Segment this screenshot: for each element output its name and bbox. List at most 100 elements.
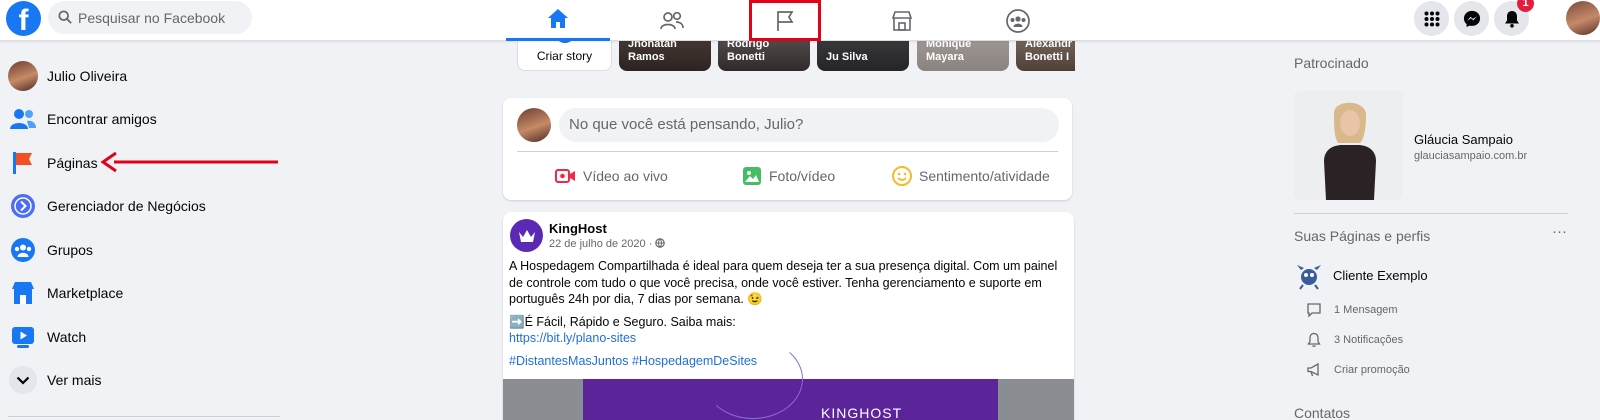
more-options-button[interactable]: ···: [1552, 223, 1567, 240]
notification-badge: 1: [1517, 0, 1534, 12]
post-media[interactable]: KINGHOST: [503, 339, 1074, 420]
notifications-button[interactable]: 1: [1494, 0, 1534, 36]
photo-video-label: Foto/vídeo: [769, 168, 836, 184]
contacts-heading: Contatos: [1294, 405, 1351, 420]
search-icon: [58, 10, 72, 24]
promotion-label: Criar promoção: [1334, 364, 1410, 376]
messages-label: 1 Mensagem: [1334, 304, 1398, 316]
post-date[interactable]: 22 de julho de 2020 ·: [549, 238, 666, 250]
ad-photo: [1294, 91, 1403, 200]
tab-pages[interactable]: [749, 0, 821, 41]
sidebar-item-label: Julio Oliveira: [47, 67, 128, 84]
sidebar-divider: [8, 416, 280, 417]
bell-icon: [1307, 332, 1321, 348]
ad-image[interactable]: [1294, 91, 1403, 200]
sidebar-item-label: Watch: [47, 328, 87, 345]
groups-icon: [11, 237, 35, 262]
post-link[interactable]: https://bit.ly/plano-sites: [509, 330, 1069, 347]
messenger-button[interactable]: [1454, 1, 1489, 36]
story-name-line2: Mayara: [926, 51, 964, 63]
user-avatar: [8, 60, 38, 91]
create-story-label: Criar story: [536, 49, 593, 63]
sidebar-item-label: Encontrar amigos: [47, 111, 157, 128]
sidebar-item-business-manager[interactable]: Gerenciador de Negócios: [0, 185, 290, 229]
feeling-activity-button[interactable]: Sentimento/atividade: [892, 161, 1050, 191]
sidebar-item-see-more[interactable]: Ver mais: [0, 359, 290, 403]
media-banner: KINGHOST: [583, 339, 998, 420]
search-input[interactable]: [78, 1, 246, 34]
facebook-logo[interactable]: f: [6, 1, 41, 36]
page-messages-link[interactable]: 1 Mensagem: [1306, 300, 1398, 320]
friends-icon: [660, 11, 684, 29]
right-divider: [1294, 213, 1568, 214]
pages-profiles-heading: Suas Páginas e perfis: [1294, 228, 1431, 244]
right-column: Patrocinado Gláucia Sampaio glauciasampa…: [1294, 55, 1600, 420]
composer-divider: [517, 151, 1058, 152]
feed-post: KingHost 22 de julho de 2020 · A Hospeda…: [503, 212, 1074, 420]
ad-title[interactable]: Gláucia Sampaio: [1414, 132, 1513, 147]
smiley-icon: [892, 166, 912, 186]
page-name: Cliente Exemplo: [1333, 267, 1428, 283]
sidebar-item-label: Gerenciador de Negócios: [47, 198, 206, 215]
sidebar-item-label: Marketplace: [47, 285, 124, 302]
live-video-button[interactable]: Vídeo ao vivo: [555, 161, 668, 191]
sidebar-item-profile[interactable]: Julio Oliveira: [0, 54, 290, 98]
video-camera-icon: [555, 169, 575, 183]
friends-icon: [10, 109, 36, 130]
user-avatar: [517, 108, 551, 142]
page-avatar[interactable]: [510, 219, 543, 252]
sidebar-item-label: Grupos: [47, 241, 93, 258]
post-composer: No que você está pensando, Julio? Vídeo …: [503, 98, 1072, 200]
business-manager-icon: [11, 194, 35, 219]
message-icon: [1307, 303, 1321, 318]
chevron-down-icon: [9, 366, 37, 395]
feeling-activity-label: Sentimento/atividade: [919, 168, 1050, 184]
sponsored-heading: Patrocinado: [1294, 55, 1369, 71]
post-text-cta: ➡️É Fácil, Rápido e Seguro. Saiba mais:: [509, 314, 736, 329]
top-navigation-bar: f 1: [0, 0, 1600, 41]
post-text: A Hospedagem Compartilhada é ideal para …: [509, 259, 1058, 306]
account-avatar[interactable]: [1566, 1, 1600, 35]
story-name-line2: Ju Silva: [826, 51, 868, 63]
flag-icon: [13, 151, 32, 174]
marketplace-icon: [12, 282, 34, 305]
megaphone-icon: [1307, 362, 1319, 377]
tab-friends[interactable]: [620, 0, 724, 41]
story-name-line2: Bonetti I: [1025, 51, 1069, 63]
messenger-icon: [1463, 10, 1480, 27]
menu-button[interactable]: [1414, 1, 1449, 36]
tab-home[interactable]: [506, 0, 610, 41]
sidebar-item-watch[interactable]: Watch: [0, 315, 290, 359]
story-name-line2: Ramos: [628, 51, 665, 63]
watch-icon: [12, 326, 34, 348]
post-date-text: 22 de julho de 2020 ·: [549, 238, 656, 250]
marketplace-icon: [891, 10, 913, 31]
page-notifications-link[interactable]: 3 Notificações: [1306, 330, 1403, 350]
story-name-line2: Bonetti: [727, 51, 765, 63]
sidebar-item-marketplace[interactable]: Marketplace: [0, 272, 290, 316]
live-video-label: Vídeo ao vivo: [583, 168, 668, 184]
tab-marketplace[interactable]: [850, 0, 954, 41]
annotation-arrow: [100, 151, 278, 173]
tab-groups[interactable]: [966, 0, 1070, 41]
page-avatar-icon: [1297, 265, 1321, 290]
photo-icon: [743, 167, 761, 185]
globe-icon: [655, 238, 666, 248]
composer-input[interactable]: No que você está pensando, Julio?: [559, 108, 1059, 142]
crown-icon: [518, 229, 535, 242]
ad-url[interactable]: glauciasampaio.com.br: [1414, 150, 1527, 162]
photo-video-button[interactable]: Foto/vídeo: [742, 161, 835, 191]
media-logo-text: KINGHOST: [821, 405, 903, 420]
page-item[interactable]: Cliente Exemplo: [1294, 260, 1428, 290]
home-icon: [548, 9, 568, 28]
sidebar-item-find-friends[interactable]: Encontrar amigos: [0, 98, 290, 142]
post-author[interactable]: KingHost: [549, 221, 607, 236]
sidebar-item-groups[interactable]: Grupos: [0, 228, 290, 272]
flag-icon: [777, 10, 794, 31]
bell-icon: [1504, 10, 1519, 28]
search-box[interactable]: [48, 1, 252, 34]
grid-menu-icon: [1424, 11, 1439, 26]
left-sidebar: Julio Oliveira Encontrar amigos Páginas …: [0, 54, 290, 402]
create-promotion-link[interactable]: Criar promoção: [1306, 360, 1410, 380]
sidebar-item-label: Ver mais: [47, 372, 102, 389]
